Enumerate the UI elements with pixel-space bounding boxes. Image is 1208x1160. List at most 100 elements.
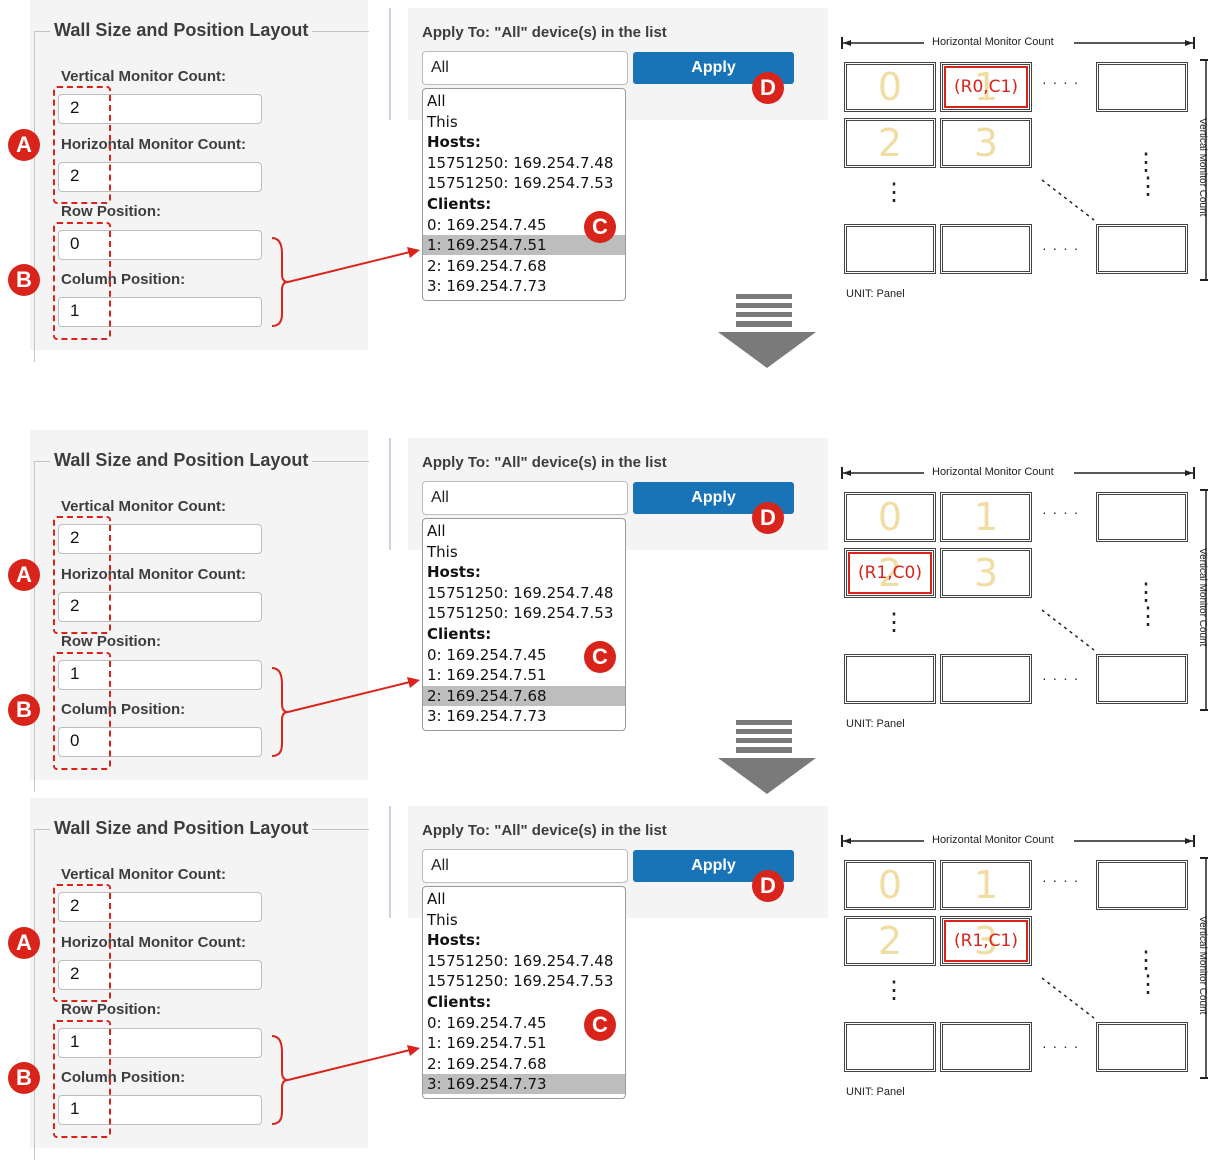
arrow-head: [407, 1045, 420, 1056]
list-item[interactable]: All: [423, 91, 625, 111]
bracket-shape: [271, 667, 289, 757]
arrow-bar: [736, 312, 792, 317]
vertical-count-label: Vertical Monitor Count:: [61, 866, 226, 883]
arrow-bar: [736, 294, 792, 299]
wall-cell: [1096, 654, 1188, 704]
panel-divider: [389, 806, 391, 918]
horizontal-ellipsis-top: · · · ·: [1042, 872, 1080, 888]
list-item[interactable]: 15751250: 169.254.7.48: [423, 583, 625, 603]
list-item[interactable]: 15751250: 169.254.7.48: [423, 951, 625, 971]
cell-number-0: 0: [877, 863, 903, 907]
vertical-ellipsis-left: ⋮: [882, 977, 906, 1004]
arrow-head: [407, 677, 420, 688]
list-item[interactable]: 15751250: 169.254.7.48: [423, 153, 625, 173]
list-item[interactable]: 3: 169.254.7.73: [423, 706, 625, 726]
connector-arrow: [271, 237, 420, 327]
arrow-bar: [736, 303, 792, 308]
cell-number-0: 0: [877, 495, 903, 539]
arrow-head: [718, 332, 816, 368]
h-arrowhead-left: [843, 40, 851, 46]
list-item[interactable]: 15751250: 169.254.7.53: [423, 971, 625, 991]
cell-number-0: 0: [877, 65, 903, 109]
wall-layout-legend: Wall Size and Position Layout: [50, 450, 313, 471]
wall-cell: [940, 224, 1032, 274]
arrow-bar: [736, 720, 792, 725]
callout-badge-c: C: [584, 641, 616, 673]
device-list[interactable]: All This Hosts: 15751250: 169.254.7.48 15751…: [422, 518, 626, 731]
diagonal-ellipsis: [1041, 179, 1095, 221]
arrow-bar: [736, 321, 792, 327]
list-item[interactable]: 2: 169.254.7.68: [423, 1054, 625, 1074]
diagonal-ellipsis: [1041, 609, 1095, 651]
wall-layout-legend: Wall Size and Position Layout: [50, 818, 313, 839]
list-item[interactable]: All: [423, 521, 625, 541]
position-highlight: (R1,C0): [848, 552, 932, 594]
list-item[interactable]: 2: 169.254.7.68: [423, 256, 625, 276]
diagonal-ellipsis: [1041, 977, 1095, 1019]
connector-arrow: [271, 1035, 420, 1125]
unit-caption: UNIT: Panel: [846, 288, 905, 300]
list-item[interactable]: This: [423, 542, 625, 562]
callout-badge-a: A: [8, 129, 40, 161]
position-highlight: (R0,C1): [944, 66, 1028, 108]
arrow-bar: [736, 738, 792, 743]
arrow-head: [407, 247, 420, 258]
apply-to-select[interactable]: All: [422, 51, 628, 85]
bracket-shape: [271, 237, 289, 327]
horizontal-ellipsis-top: · · · ·: [1042, 504, 1080, 520]
apply-to-select[interactable]: All: [422, 849, 628, 883]
panel-divider: [389, 438, 391, 550]
cell-number-1: 1: [973, 495, 999, 539]
device-list[interactable]: All This Hosts: 15751250: 169.254.7.48 15751…: [422, 88, 626, 301]
callout-badge-c: C: [584, 211, 616, 243]
bracket-shape: [271, 1035, 289, 1125]
unit-caption: UNIT: Panel: [846, 1086, 905, 1098]
h-arrowhead-right: [1185, 838, 1193, 844]
list-item[interactable]: All: [423, 889, 625, 909]
list-item[interactable]: 3: 169.254.7.73: [423, 1074, 625, 1095]
list-item[interactable]: 15751250: 169.254.7.53: [423, 603, 625, 623]
cell-number-2: 2: [877, 121, 903, 165]
wall-cell: [940, 1022, 1032, 1072]
h-arrowhead-left: [843, 470, 851, 476]
horizontal-ellipsis-bottom: · · · ·: [1042, 240, 1080, 256]
vertical-count-caption: Vertical Monitor Count: [1197, 916, 1208, 1015]
connector-arrow: [271, 667, 420, 757]
callout-badge-b: B: [8, 1062, 40, 1094]
apply-to-select[interactable]: All: [422, 481, 628, 515]
callout-badge-d: D: [752, 870, 784, 902]
wall-cell: [940, 654, 1032, 704]
vertical-ellipsis-left: ⋮: [882, 179, 906, 206]
wall-cell: [1096, 1022, 1188, 1072]
callout-badge-c: C: [584, 1009, 616, 1041]
h-arrowhead-left: [843, 838, 851, 844]
cell-number-3: 3: [973, 551, 999, 595]
row-position-label: Row Position:: [61, 203, 161, 220]
callout-badge-b: B: [8, 264, 40, 296]
wall-cell: [844, 654, 936, 704]
device-list[interactable]: All This Hosts: 15751250: 169.254.7.48 15751…: [422, 886, 626, 1099]
callout-box-b: [53, 1020, 111, 1138]
callout-box-a: [53, 884, 111, 1002]
cell-number-2: 2: [877, 919, 903, 963]
list-item[interactable]: 3: 169.254.7.73: [423, 276, 625, 296]
vertical-ellipsis-left: ⋮: [882, 609, 906, 636]
callout-badge-d: D: [752, 72, 784, 104]
vertical-ellipsis-right-lower: ⋮: [1136, 173, 1160, 200]
list-item[interactable]: This: [423, 112, 625, 132]
h-arrowhead-right: [1185, 40, 1193, 46]
list-item[interactable]: 15751250: 169.254.7.53: [423, 173, 625, 193]
wall-cell: [1096, 224, 1188, 274]
vertical-ellipsis-right-lower: ⋮: [1136, 971, 1160, 998]
apply-to-label: Apply To: "All" device(s) in the list: [422, 454, 667, 471]
list-item[interactable]: 2: 169.254.7.68: [423, 685, 625, 706]
list-group-header: Hosts:: [427, 133, 481, 152]
horizontal-ellipsis-bottom: · · · ·: [1042, 670, 1080, 686]
wall-layout-legend: Wall Size and Position Layout: [50, 20, 313, 41]
arrow-line: [287, 1049, 411, 1081]
list-item[interactable]: This: [423, 910, 625, 930]
panel-divider: [389, 8, 391, 120]
horizontal-count-caption: Horizontal Monitor Count: [932, 466, 1054, 478]
wall-diagram: Horizontal Monitor Count Vertical Monito…: [840, 828, 1208, 1118]
vertical-count-caption: Vertical Monitor Count: [1197, 118, 1208, 217]
